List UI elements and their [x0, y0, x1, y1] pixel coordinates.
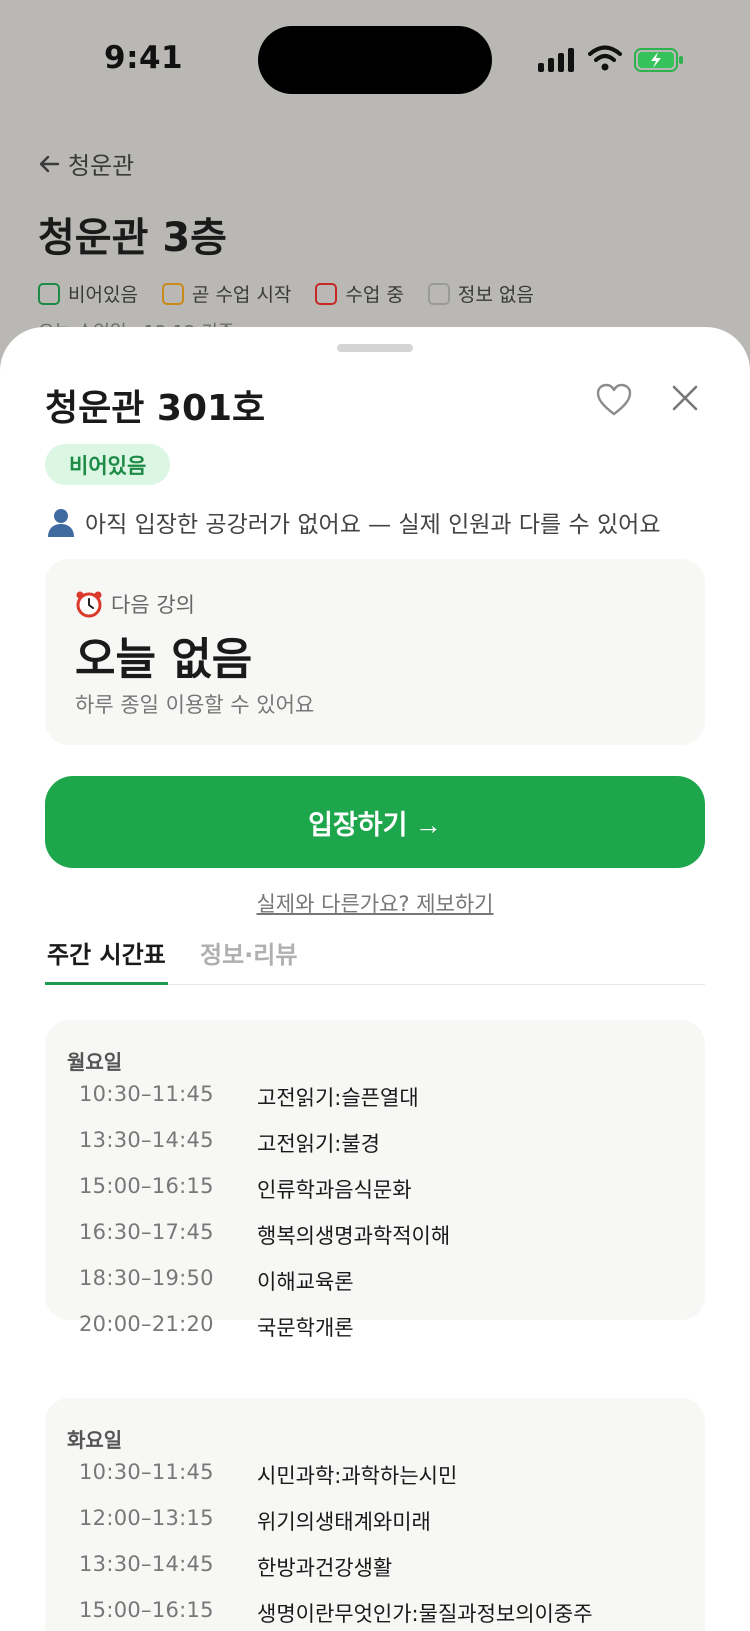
cellular-signal-icon	[538, 46, 574, 72]
status-time: 9:41	[104, 40, 184, 76]
legend-label: 수업 중	[345, 284, 404, 306]
tab-info-reviews[interactable]: 정보·리뷰	[200, 935, 297, 985]
occupancy-note: 아직 입장한 공강러가 없어요 — 실제 인원과 다를 수 있어요	[45, 505, 660, 539]
class-course: 이해교육론	[257, 1270, 354, 1294]
class-row: 16:30–17:45 행복의생명과학적이해	[79, 1220, 450, 1250]
class-course: 시민과학:과학하는시민	[257, 1464, 458, 1488]
class-row: 13:30–14:45 한방과건강생활	[79, 1552, 392, 1582]
report-link[interactable]: 실제와 다른가요? 제보하기	[256, 892, 493, 916]
room-detail-sheet: 청운관 301호 비어있음 아직 입장한 공강러가 없어요 — 실제 인원과 다…	[0, 327, 750, 1631]
class-row: 12:00–13:15 위기의생태계와미래	[79, 1506, 431, 1536]
status-legend: 비어있음 곧 수업 시작 수업 중 정보 없음	[38, 280, 534, 307]
person-icon	[48, 509, 74, 537]
status-badge: 비어있음	[45, 444, 171, 485]
class-course: 생명이란무엇인가:물질과정보의이중주	[257, 1602, 593, 1626]
legend-item-in-class: 수업 중	[315, 280, 404, 307]
back-arrow-icon	[39, 155, 60, 172]
next-class-label: 다음 강의	[111, 593, 195, 617]
enter-button[interactable]: 입장하기 →	[45, 776, 705, 868]
class-time: 15:00–16:15	[79, 1174, 214, 1198]
occupancy-text: 아직 입장한 공강러가 없어요 — 실제 인원과 다를 수 있어요	[85, 512, 661, 538]
report-row: 실제와 다른가요? 제보하기	[0, 888, 750, 918]
class-course: 위기의생태계와미래	[257, 1510, 431, 1534]
class-time: 13:30–14:45	[79, 1128, 214, 1152]
day-name: 화요일	[67, 1428, 123, 1452]
tab-bar: 주간 시간표 정보·리뷰	[45, 935, 705, 985]
legend-swatch	[161, 282, 184, 305]
wifi-icon	[588, 45, 622, 71]
battery-charging-icon	[634, 48, 683, 72]
background-page: 9:41 청운관 청운관 3층 비어있음 곧 수업 시작 수업 중 정보 없음	[0, 0, 750, 360]
legend-item-no-info: 정보 없음	[427, 280, 534, 307]
class-row: 15:00–16:15 생명이란무엇인가:물질과정보의이중주	[79, 1598, 593, 1628]
day-name: 월요일	[67, 1050, 123, 1074]
legend-label: 정보 없음	[457, 284, 534, 306]
class-row: 18:30–19:50 이해교육론	[79, 1266, 354, 1296]
next-class-subtext: 하루 종일 이용할 수 있어요	[75, 693, 315, 717]
class-course: 국문학개론	[257, 1316, 354, 1340]
back-link[interactable]: 청운관	[38, 146, 134, 181]
class-row: 13:30–14:45 고전읽기:불경	[79, 1128, 380, 1158]
alarm-clock-icon	[76, 591, 102, 618]
legend-swatch	[315, 282, 338, 305]
legend-item-empty: 비어있음	[38, 280, 138, 307]
class-time: 12:00–13:15	[79, 1506, 214, 1530]
class-time: 10:30–11:45	[79, 1082, 214, 1106]
class-row: 10:30–11:45 고전읽기:슬픈열대	[79, 1082, 419, 1112]
sheet-drag-handle[interactable]	[337, 344, 413, 352]
class-course: 한방과건강생활	[257, 1556, 393, 1580]
class-row: 20:00–21:20 국문학개론	[79, 1312, 354, 1342]
next-class-card: 다음 강의 오늘 없음 하루 종일 이용할 수 있어요	[45, 559, 705, 745]
room-title: 청운관 301호	[45, 388, 266, 429]
page-title: 청운관 3층	[38, 215, 227, 261]
schedule-day-card: 월요일 10:30–11:45 고전읽기:슬픈열대 13:30–14:45 고전…	[45, 1020, 705, 1340]
class-course: 고전읽기:불경	[257, 1132, 380, 1156]
back-link-label: 청운관	[68, 152, 135, 180]
class-time: 10:30–11:45	[79, 1460, 214, 1484]
next-class-label-row: 다음 강의	[75, 589, 195, 619]
class-time: 20:00–21:20	[79, 1312, 214, 1336]
class-course: 고전읽기:슬픈열대	[257, 1086, 419, 1110]
tab-weekly-timetable[interactable]: 주간 시간표	[45, 935, 168, 985]
legend-swatch	[38, 282, 60, 305]
dynamic-island	[258, 26, 492, 94]
class-time: 13:30–14:45	[79, 1552, 214, 1576]
class-row: 15:00–16:15 인류학과음식문화	[79, 1174, 412, 1204]
class-time: 15:00–16:15	[79, 1598, 214, 1622]
legend-item-soon: 곧 수업 시작	[161, 280, 292, 307]
status-bar: 9:41	[0, 0, 750, 120]
legend-label: 비어있음	[68, 284, 138, 306]
legend-label: 곧 수업 시작	[191, 284, 292, 306]
close-icon[interactable]	[668, 381, 702, 415]
class-time: 18:30–19:50	[79, 1266, 214, 1290]
class-row: 10:30–11:45 시민과학:과학하는시민	[79, 1460, 457, 1490]
class-time: 16:30–17:45	[79, 1220, 214, 1244]
next-class-value: 오늘 없음	[75, 634, 253, 685]
legend-swatch	[427, 282, 450, 305]
schedule-day-card: 화요일 10:30–11:45 시민과학:과학하는시민 12:00–13:15 …	[45, 1398, 705, 1631]
heart-icon[interactable]	[596, 383, 632, 417]
class-course: 행복의생명과학적이해	[257, 1224, 451, 1248]
class-course: 인류학과음식문화	[257, 1178, 412, 1202]
